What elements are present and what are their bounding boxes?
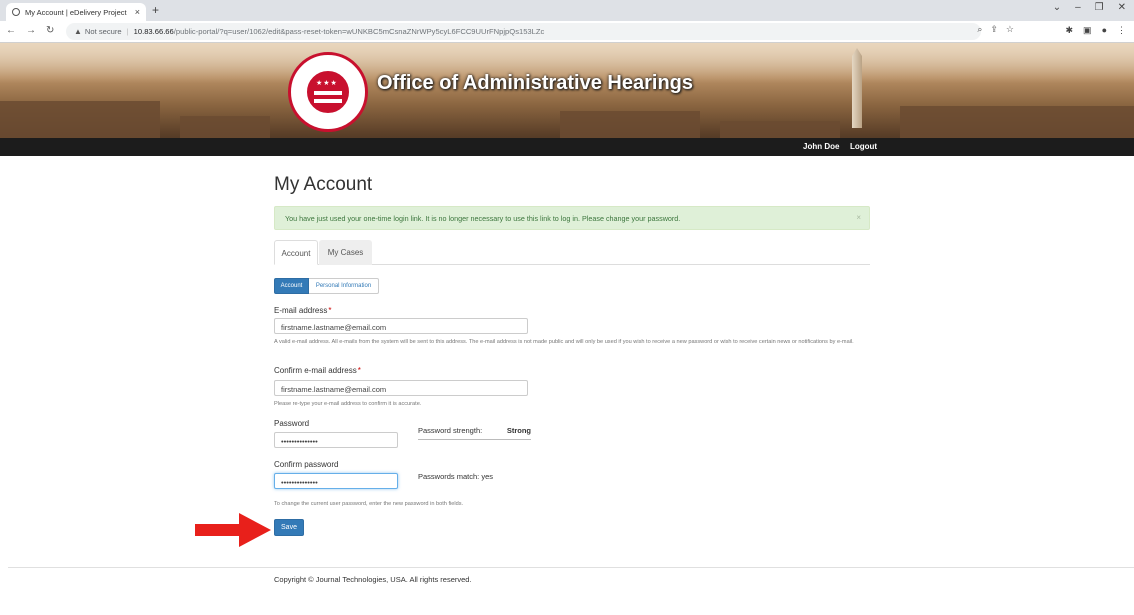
tab-account[interactable]: Account	[274, 240, 318, 265]
dc-seal-logo: ★★★	[288, 52, 368, 132]
account-tabs: Account My Cases	[274, 240, 870, 265]
menu-icon[interactable]: ⋮	[1117, 25, 1126, 36]
subtab-account[interactable]: Account	[274, 278, 309, 294]
footer-copyright: Copyright © Journal Technologies, USA. A…	[274, 575, 472, 584]
email-label-text: E-mail address	[274, 306, 328, 315]
passwords-match-text: Passwords match: yes	[418, 472, 494, 481]
email-field[interactable]	[274, 318, 528, 334]
alert-text: You have just used your one-time login l…	[285, 214, 681, 223]
confirm-password-label: Confirm password	[274, 460, 339, 469]
extensions-icon[interactable]: ✱	[1066, 25, 1074, 36]
password-label: Password	[274, 419, 310, 428]
monument-image	[852, 48, 862, 128]
url-path: /public-portal/?q=user/1062/edit&pass-re…	[173, 27, 545, 36]
site-title[interactable]: Office of Administrative Hearings	[377, 72, 693, 95]
password-strength-label: Password strength:	[418, 426, 483, 435]
chevron-down-icon[interactable]: ⌄	[1053, 2, 1061, 13]
subtab-personal-information[interactable]: Personal Information	[309, 278, 379, 294]
password-strength-value: Strong	[506, 426, 531, 435]
url-field[interactable]: ▲ Not secure | 10.83.66.66 /public-porta…	[66, 23, 981, 40]
zoom-icon[interactable]: ⌕	[977, 24, 982, 35]
url-separator: |	[126, 27, 129, 36]
email-label: E-mail address*	[274, 306, 331, 315]
status-alert: You have just used your one-time login l…	[274, 206, 870, 230]
confirm-email-label-text: Confirm e-mail address	[274, 366, 357, 375]
password-field[interactable]	[274, 432, 398, 448]
share-icon[interactable]: ⇪	[990, 24, 998, 35]
minimize-icon[interactable]: –	[1075, 2, 1081, 13]
profile-icon[interactable]: ●	[1102, 25, 1107, 36]
not-secure-label: Not secure	[84, 27, 122, 36]
restore-icon[interactable]: ❐	[1095, 2, 1104, 13]
omnibox-icons: ⌕ ⇪ ☆	[977, 24, 1014, 35]
required-marker: *	[357, 366, 361, 375]
seal-bar	[314, 99, 342, 103]
back-icon[interactable]: ←	[6, 25, 16, 36]
url-host: 10.83.66.66	[133, 27, 174, 36]
nav-buttons: ← → ↻	[6, 25, 54, 36]
browser-tab-bar: My Account | eDelivery Project × + ⌄ – ❐…	[0, 0, 1134, 21]
tab-my-cases[interactable]: My Cases	[319, 240, 372, 265]
window-controls: ⌄ – ❐ ✕	[1053, 2, 1126, 13]
extension-icons: ✱ ▣ ● ⋮	[1066, 25, 1127, 36]
confirm-email-label: Confirm e-mail address*	[274, 366, 361, 375]
top-navbar: John Doe Logout	[0, 138, 1134, 156]
close-window-icon[interactable]: ✕	[1118, 2, 1126, 13]
star-icon[interactable]: ☆	[1006, 24, 1014, 35]
password-help-text: To change the current user password, ent…	[274, 501, 464, 507]
password-strength-indicator: Password strength: Strong	[418, 426, 531, 440]
globe-icon	[12, 8, 20, 16]
sub-tab-group: Account Personal Information	[274, 278, 379, 294]
required-marker: *	[328, 306, 332, 315]
address-bar: ← → ↻ ▲ Not secure | 10.83.66.66 /public…	[0, 21, 1134, 43]
save-button[interactable]: Save	[274, 519, 304, 536]
reload-icon[interactable]: ↻	[46, 25, 54, 36]
seal-bar	[314, 91, 342, 95]
seal-stars: ★★★	[316, 80, 338, 87]
forward-icon[interactable]: →	[26, 25, 36, 36]
red-arrow-icon	[195, 513, 271, 547]
email-help-text: A valid e-mail address. All e-mails from…	[274, 339, 854, 345]
seal-flag: ★★★	[305, 69, 351, 115]
user-name-link[interactable]: John Doe	[803, 142, 839, 151]
logout-link[interactable]: Logout	[850, 142, 877, 151]
alert-close-icon[interactable]: ×	[856, 213, 861, 222]
footer-divider	[8, 567, 1134, 568]
confirm-password-field[interactable]	[274, 473, 398, 489]
tab-title: My Account | eDelivery Project	[25, 7, 127, 17]
confirm-email-field[interactable]	[274, 380, 528, 396]
sidepanel-icon[interactable]: ▣	[1083, 25, 1092, 36]
new-tab-button[interactable]: +	[152, 3, 159, 17]
browser-tab[interactable]: My Account | eDelivery Project ×	[6, 3, 146, 21]
warning-icon: ▲	[74, 27, 82, 36]
tab-close-icon[interactable]: ×	[135, 7, 140, 17]
page-title: My Account	[274, 174, 373, 195]
confirm-email-help-text: Please re-type your e-mail address to co…	[274, 401, 422, 407]
